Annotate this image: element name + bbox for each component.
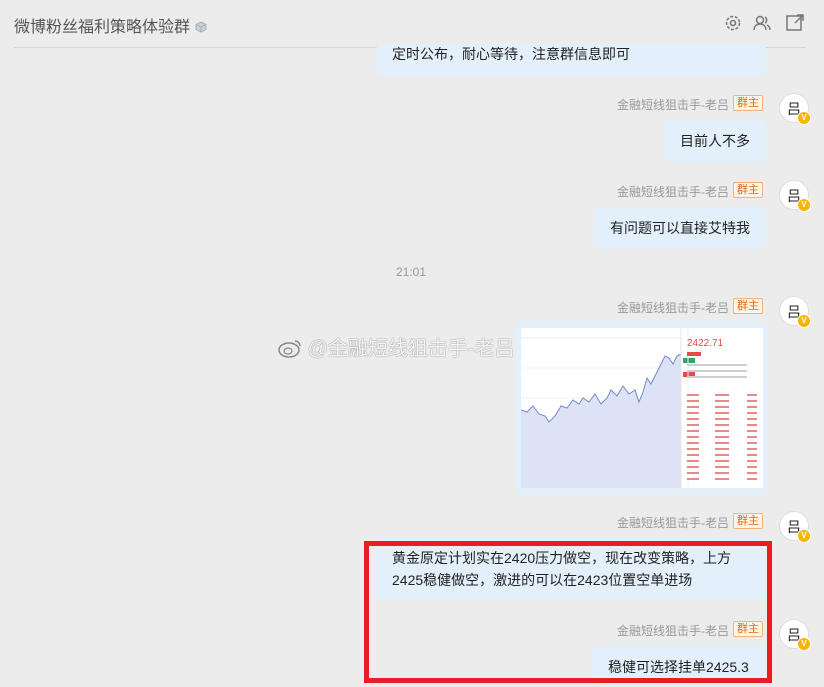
message-bubble[interactable]: 有问题可以直接艾特我: [594, 207, 766, 249]
avatar[interactable]: 吕V: [779, 296, 811, 328]
chat-title-text: 微博粉丝福利策略体验群: [14, 19, 191, 36]
chat-title: 微博粉丝福利策略体验群: [14, 13, 207, 37]
chat-header: 微博粉丝福利策略体验群: [0, 0, 824, 48]
chart-screenshot-image[interactable]: 2422.71: [521, 328, 763, 488]
sender-name: 金融短线狙击手-老吕: [617, 516, 729, 530]
owner-badge: 群主: [733, 298, 763, 314]
avatar[interactable]: 吕V: [779, 180, 811, 212]
message-bubble[interactable]: 目前人不多: [664, 120, 766, 162]
avatar[interactable]: 吕V: [779, 93, 811, 125]
verified-icon: V: [797, 198, 811, 212]
avatar[interactable]: 吕V: [779, 619, 811, 651]
owner-badge: 群主: [733, 95, 763, 111]
sender-name: 金融短线狙击手-老吕: [617, 301, 729, 315]
message-text: 目前人不多: [680, 133, 750, 149]
sender-name: 金融短线狙击手-老吕: [617, 185, 729, 199]
verified-icon: V: [797, 637, 811, 651]
message-bubble[interactable]: 定时公布，耐心等待，注意群信息即可: [376, 44, 766, 76]
gear-icon[interactable]: [723, 13, 743, 33]
verified-icon: V: [797, 111, 811, 125]
owner-badge: 群主: [733, 182, 763, 198]
shot-price: 2422.71: [687, 338, 724, 349]
sender-name: 金融短线狙击手-老吕: [617, 98, 729, 112]
watermark-text: @金融短线狙击手-老吕: [307, 338, 515, 360]
weibo-logo-icon: [278, 340, 301, 358]
price-chart-thumbnail: 2422.71: [521, 328, 763, 488]
verified-icon: V: [797, 314, 811, 328]
weibo-watermark: @金融短线狙击手-老吕: [278, 332, 515, 361]
group-cube-icon: [196, 21, 207, 33]
avatar[interactable]: 吕V: [779, 511, 811, 543]
message-text: 有问题可以直接艾特我: [610, 220, 750, 236]
open-external-icon[interactable]: [785, 13, 805, 33]
timestamp: 21:01: [396, 265, 427, 279]
highlight-box: [364, 541, 772, 683]
verified-icon: V: [797, 529, 811, 543]
message-text: 定时公布，耐心等待，注意群信息即可: [392, 46, 630, 62]
owner-badge: 群主: [733, 513, 763, 529]
members-icon[interactable]: [752, 13, 772, 33]
